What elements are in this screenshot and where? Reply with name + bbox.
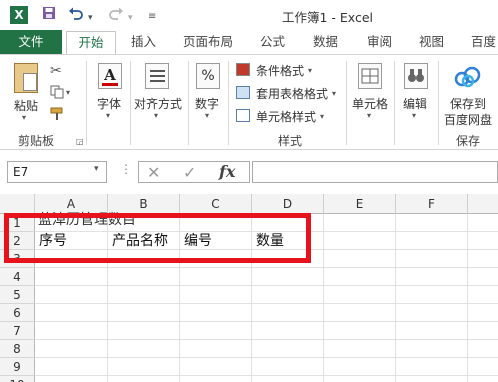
binoculars-icon[interactable] <box>404 63 428 89</box>
tab-formulas[interactable]: 公式 <box>260 30 285 54</box>
paste-button[interactable]: 粘贴 <box>14 97 38 114</box>
ribbon-separator <box>228 61 229 145</box>
save-icon[interactable] <box>42 6 56 24</box>
tab-review[interactable]: 审阅 <box>367 30 392 54</box>
title-bar: X ▾ ▾ ≡ 工作簿1 - Excel <box>0 0 498 30</box>
font-icon[interactable]: A <box>98 63 122 89</box>
tab-file[interactable]: 文件 <box>0 30 62 54</box>
select-all-corner[interactable] <box>0 194 35 214</box>
column-header-e[interactable]: E <box>324 194 396 214</box>
tab-view[interactable]: 视图 <box>419 30 444 54</box>
undo-dropdown-icon[interactable]: ▾ <box>88 9 93 27</box>
cells-icon[interactable] <box>358 63 382 89</box>
format-painter-icon[interactable] <box>50 107 66 124</box>
grid-line <box>35 303 498 304</box>
row-header-6[interactable]: 6 <box>0 304 35 322</box>
cut-icon[interactable]: ✂ <box>50 63 62 79</box>
grid-line <box>35 357 498 358</box>
copy-icon[interactable] <box>50 85 64 102</box>
row-header-7[interactable]: 7 <box>0 322 35 340</box>
baidu-cloud-icon[interactable] <box>454 65 482 92</box>
grid-line <box>35 375 498 376</box>
clipboard-launcher-icon[interactable]: ◲ <box>76 137 84 146</box>
formula-bar: E7 ▾ ⋮ ✕ ✓ fx <box>0 150 498 194</box>
cell-styles-icon[interactable] <box>236 109 250 122</box>
alignment-icon[interactable] <box>145 63 169 89</box>
ribbon-home: 粘贴 ▾ ✂ ▾ 剪贴板 ◲ A 字体 ▾ 对齐方式 ▾ % 数字 ▾ 条件格式… <box>0 54 498 150</box>
formula-bar-options-icon[interactable]: ⋮ <box>120 162 132 176</box>
ribbon-separator <box>394 61 395 145</box>
cell-styles-dropdown-icon[interactable]: ▾ <box>320 112 324 121</box>
ribbon-separator <box>438 61 439 145</box>
conditional-format-button[interactable]: 条件格式 <box>256 62 304 79</box>
tab-home[interactable]: 开始 <box>66 31 116 55</box>
conditional-format-dropdown-icon[interactable]: ▾ <box>308 66 312 75</box>
cells-dropdown-icon[interactable]: ▾ <box>367 111 371 120</box>
name-box[interactable]: E7 <box>7 161 107 183</box>
tab-insert[interactable]: 插入 <box>131 30 156 54</box>
enter-icon[interactable]: ✓ <box>183 163 196 182</box>
editing-button[interactable]: 编辑 <box>403 95 427 112</box>
percent-icon[interactable]: % <box>196 63 220 89</box>
save-group-label: 保存 <box>456 134 481 148</box>
window-title: 工作簿1 - Excel <box>282 10 374 25</box>
cell-styles-button[interactable]: 单元格样式 <box>256 108 316 125</box>
font-button[interactable]: 字体 <box>97 95 121 112</box>
number-button[interactable]: 数字 <box>195 95 219 112</box>
column-header-f[interactable]: F <box>396 194 468 214</box>
column-header-c[interactable]: C <box>180 194 252 214</box>
cells-button[interactable]: 单元格 <box>352 95 388 112</box>
ribbon-separator <box>130 61 131 145</box>
clipboard-group-label: 剪贴板 <box>18 134 55 148</box>
paste-dropdown-icon[interactable]: ▾ <box>22 113 26 122</box>
column-header-g[interactable] <box>468 194 498 214</box>
cancel-icon[interactable]: ✕ <box>147 163 160 182</box>
grid-line <box>35 285 498 286</box>
ribbon-separator <box>188 61 189 145</box>
alignment-button[interactable]: 对齐方式 <box>134 95 182 112</box>
format-as-table-button[interactable]: 套用表格格式 <box>256 85 328 102</box>
tab-page-layout[interactable]: 页面布局 <box>183 30 233 54</box>
customize-toolbar-icon[interactable]: ≡ <box>148 8 156 26</box>
redo-dropdown-icon[interactable]: ▾ <box>128 9 133 27</box>
formula-input[interactable] <box>252 161 498 183</box>
undo-icon[interactable] <box>68 6 84 24</box>
ribbon-tab-row: 文件 开始 插入 页面布局 公式 数据 审阅 视图 百度 <box>0 30 498 55</box>
ribbon-separator <box>86 61 87 145</box>
save-to-baidu-button[interactable]: 保存到 <box>450 95 486 112</box>
highlight-annotation-box <box>4 213 311 263</box>
row-header-9[interactable]: 9 <box>0 358 35 376</box>
grid-line <box>35 267 498 268</box>
number-dropdown-icon[interactable]: ▾ <box>205 111 209 120</box>
paste-icon[interactable] <box>14 63 38 93</box>
excel-logo-icon: X <box>10 6 28 24</box>
conditional-format-icon[interactable] <box>236 63 250 76</box>
tab-data[interactable]: 数据 <box>313 30 338 54</box>
grid-line <box>35 339 498 340</box>
formula-buttons: ✕ ✓ fx <box>138 161 250 183</box>
alignment-dropdown-icon[interactable]: ▾ <box>154 111 158 120</box>
row-header-10[interactable]: 10 <box>0 376 35 382</box>
row-header-8[interactable]: 8 <box>0 340 35 358</box>
save-to-baidu-label-line2[interactable]: 百度网盘 <box>444 111 492 128</box>
grid-line <box>35 321 498 322</box>
copy-dropdown-icon[interactable]: ▾ <box>66 88 70 97</box>
ribbon-separator <box>346 61 347 145</box>
editing-dropdown-icon[interactable]: ▾ <box>412 111 416 120</box>
name-box-dropdown-icon[interactable]: ▾ <box>94 164 99 174</box>
styles-group-label: 样式 <box>278 134 303 148</box>
format-as-table-dropdown-icon[interactable]: ▾ <box>332 89 336 98</box>
redo-icon[interactable] <box>108 6 124 24</box>
insert-function-icon[interactable]: fx <box>219 162 235 181</box>
tab-baidu[interactable]: 百度 <box>471 30 496 54</box>
format-as-table-icon[interactable] <box>236 86 250 99</box>
column-header-d[interactable]: D <box>252 194 324 214</box>
font-dropdown-icon[interactable]: ▾ <box>106 111 110 120</box>
row-header-4[interactable]: 4 <box>0 268 35 286</box>
row-header-5[interactable]: 5 <box>0 286 35 304</box>
